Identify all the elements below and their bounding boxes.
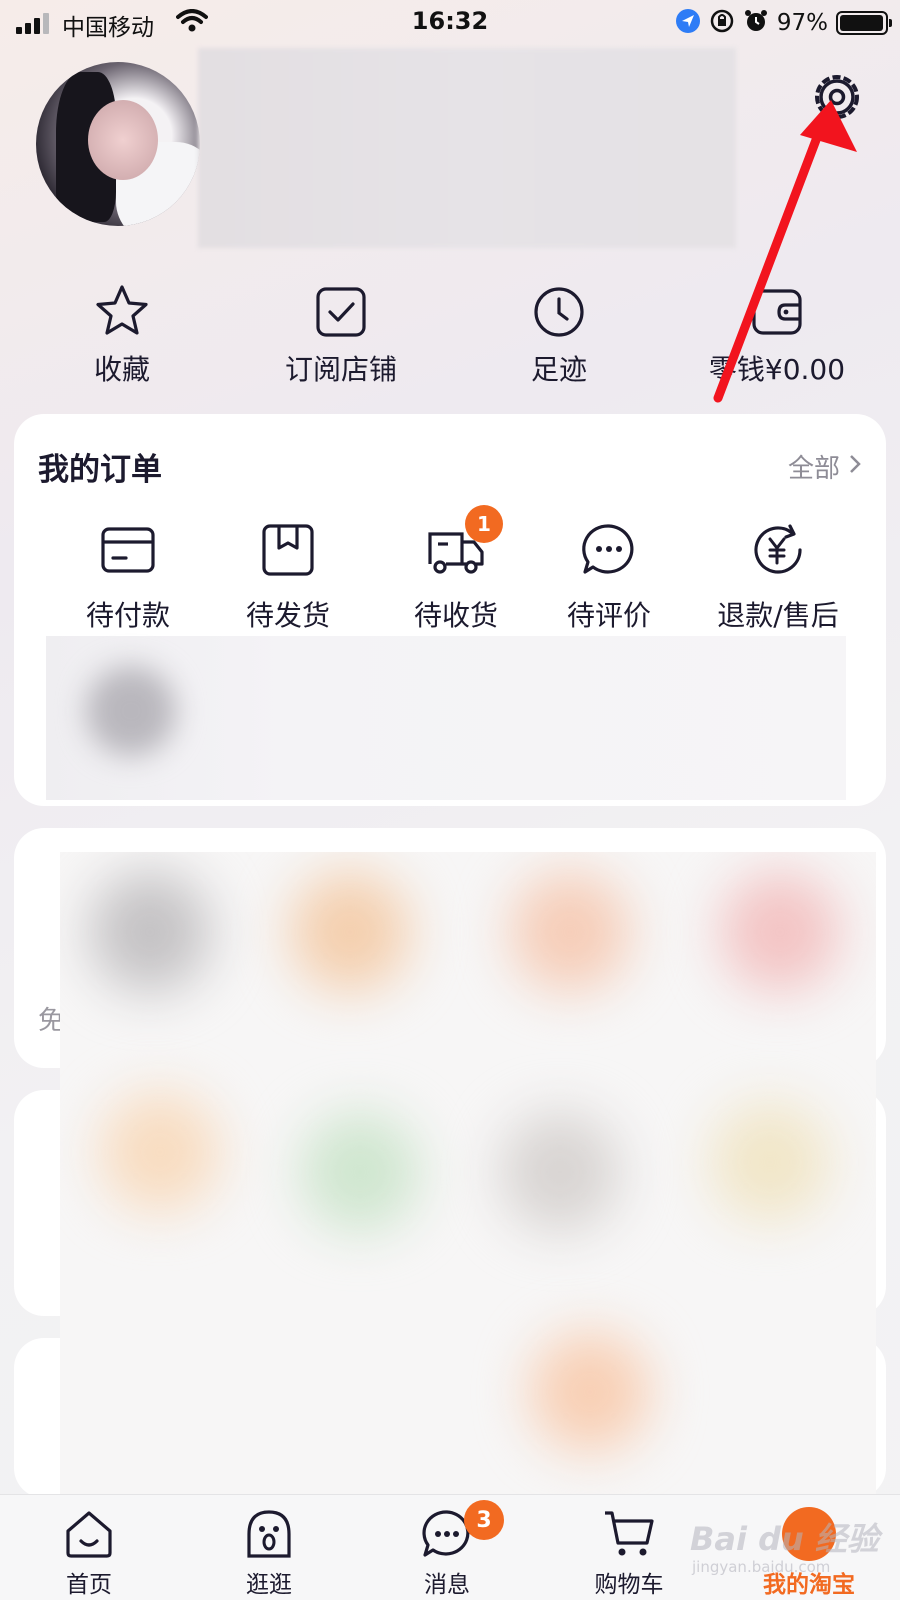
cart-icon <box>602 1507 656 1561</box>
location-icon <box>675 8 701 38</box>
subscribed-check-icon <box>311 282 371 342</box>
order-item-label: 待发货 <box>245 599 330 632</box>
avatar[interactable] <box>36 62 200 226</box>
shortcut-label: 订阅店铺 <box>284 353 397 386</box>
messages-badge: 3 <box>464 1500 504 1540</box>
gear-icon <box>811 71 863 127</box>
shortcut-subscribed-shops[interactable]: 订阅店铺 <box>241 282 441 388</box>
order-pending-review[interactable]: 待评价 <box>524 520 694 634</box>
profile-info-blurred <box>198 48 736 248</box>
orders-view-all-link[interactable]: 全部 <box>788 448 862 485</box>
shortcut-favorites[interactable]: 收藏 <box>22 282 222 388</box>
refund-yen-icon <box>748 520 808 580</box>
order-item-label: 待收货 <box>413 599 498 632</box>
tab-label: 购物车 <box>594 1572 664 1598</box>
order-refund-aftersales[interactable]: 退款/售后 <box>693 520 863 634</box>
rotation-lock-icon <box>709 8 735 38</box>
tab-label: 逛逛 <box>246 1572 292 1598</box>
tab-home[interactable]: 首页 <box>24 1507 154 1599</box>
orders-preview-blurred <box>46 636 846 800</box>
baidu-watermark-url: jingyan.baidu.com <box>692 1558 831 1576</box>
order-receipt-badge: 1 <box>465 505 503 543</box>
order-pending-payment[interactable]: 待付款 <box>43 520 213 634</box>
tab-label: 首页 <box>66 1572 112 1598</box>
wallet-icon <box>747 282 807 342</box>
orders-title: 我的订单 <box>38 452 162 488</box>
box-icon <box>258 520 318 580</box>
tab-explore[interactable]: 逛逛 <box>204 1507 334 1599</box>
order-item-label: 待付款 <box>85 599 170 632</box>
order-pending-receipt[interactable]: 待收货 <box>371 520 541 634</box>
clock-icon <box>529 282 589 342</box>
home-icon <box>62 1507 116 1561</box>
tab-cart[interactable]: 购物车 <box>564 1507 694 1599</box>
view-all-label: 全部 <box>787 454 840 484</box>
shortcut-wallet[interactable]: 零钱¥0.00 <box>677 282 877 388</box>
feed-blurred <box>60 852 876 1500</box>
card-icon <box>98 520 158 580</box>
explore-icon <box>242 1507 296 1561</box>
shortcut-history[interactable]: 足迹 <box>459 282 659 388</box>
order-item-label: 退款/售后 <box>717 599 839 632</box>
status-bar: 中国移动 16:32 97% <box>0 0 900 44</box>
order-item-label: 待评价 <box>566 599 651 632</box>
shortcut-label: 零钱¥0.00 <box>708 353 846 386</box>
baidu-watermark: Bai du 经验 <box>690 1520 879 1558</box>
tab-label: 消息 <box>424 1572 470 1598</box>
shortcut-label: 足迹 <box>530 353 587 386</box>
settings-button[interactable] <box>808 70 866 128</box>
alarm-icon <box>743 8 769 38</box>
order-pending-shipment[interactable]: 待发货 <box>203 520 373 634</box>
chevron-right-icon <box>848 452 862 482</box>
chat-dots-icon <box>579 520 639 580</box>
battery-percentage: 97% <box>776 10 828 36</box>
star-icon <box>92 282 152 342</box>
battery-icon <box>836 11 892 35</box>
shortcut-label: 收藏 <box>93 353 150 386</box>
